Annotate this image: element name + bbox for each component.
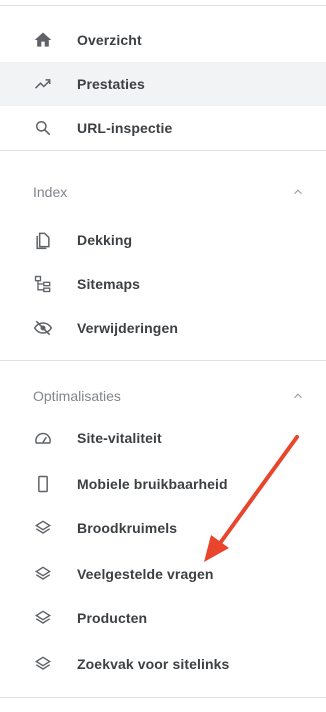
nav-item-site-vitaliteit[interactable]: Site-vitaliteit (0, 416, 326, 460)
nav-item-label: Prestaties (77, 76, 145, 92)
nav-item-label: URL-inspectie (77, 120, 173, 136)
nav-item-label: Zoekvak voor sitelinks (77, 656, 230, 672)
nav-item-verwijderingen[interactable]: Verwijderingen (0, 306, 326, 350)
nav-item-producten[interactable]: Producten (0, 596, 326, 640)
layers-icon (33, 564, 53, 584)
nav-item-prestaties[interactable]: Prestaties (0, 62, 326, 106)
nav-item-veelgestelde-vragen[interactable]: Veelgestelde vragen (0, 552, 326, 596)
bottom-divider (0, 697, 326, 698)
nav-item-label: Dekking (77, 232, 133, 248)
nav-item-label: Mobiele bruikbaarheid (77, 476, 228, 492)
nav-item-url-inspectie[interactable]: URL-inspectie (0, 106, 326, 150)
nav-item-overzicht[interactable]: Overzicht (0, 18, 326, 62)
nav-item-label: Veelgestelde vragen (77, 566, 214, 582)
layers-icon (33, 608, 53, 628)
section-title: Index (33, 184, 68, 200)
nav-item-mobiele-bruikbaarheid[interactable]: Mobiele bruikbaarheid (0, 462, 326, 506)
chevron-up-icon (291, 185, 305, 199)
nav-item-zoekvak-voor-sitelinks[interactable]: Zoekvak voor sitelinks (0, 642, 326, 686)
top-divider (0, 5, 326, 6)
nav-item-label: Broodkruimels (77, 520, 178, 536)
eye-off-icon (33, 318, 53, 338)
nav-item-label: Sitemaps (77, 276, 141, 292)
layers-icon (33, 518, 53, 538)
nav-item-broodkruimels[interactable]: Broodkruimels (0, 506, 326, 550)
layers-icon (33, 654, 53, 674)
trending-up-icon (33, 74, 53, 94)
nav-item-dekking[interactable]: Dekking (0, 218, 326, 262)
chevron-up-icon (291, 389, 305, 403)
section-divider (0, 360, 326, 361)
speedometer-icon (33, 428, 53, 448)
phone-icon (33, 474, 53, 494)
nav-item-label: Site-vitaliteit (77, 430, 162, 446)
copy-pages-icon (33, 230, 53, 250)
home-icon (33, 30, 53, 50)
section-header-index[interactable]: Index (0, 172, 326, 212)
section-header-optimalisaties[interactable]: Optimalisaties (0, 376, 326, 416)
nav-item-label: Overzicht (77, 32, 142, 48)
nav-item-sitemaps[interactable]: Sitemaps (0, 262, 326, 306)
nav-item-label: Producten (77, 610, 148, 626)
section-divider (0, 150, 326, 151)
sitemap-icon (33, 274, 53, 294)
section-title: Optimalisaties (33, 388, 121, 404)
sidebar-navigation: Overzicht Prestaties URL-inspectie Index… (0, 0, 326, 712)
nav-item-label: Verwijderingen (77, 320, 178, 336)
search-icon (33, 118, 53, 138)
